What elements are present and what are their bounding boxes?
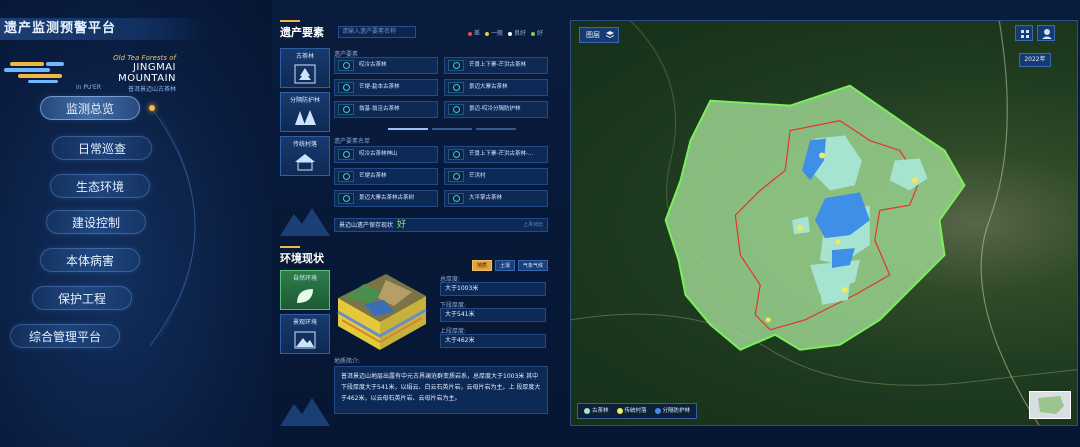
layer-button[interactable]: 图层 <box>579 27 619 43</box>
legend-tea-forest: 古茶林 <box>584 404 609 418</box>
layers-icon <box>606 31 614 38</box>
grid-view-button[interactable] <box>1015 25 1033 41</box>
legend-good: 良好 <box>508 28 526 37</box>
menu-item-body-disease[interactable]: 本体病害 <box>40 248 140 272</box>
platform-title: 遗产监测预警平台 <box>0 18 205 40</box>
tab-soil[interactable]: 土壤 <box>495 260 516 271</box>
list-item[interactable]: 大平掌古茶林 <box>444 190 548 207</box>
user-button[interactable] <box>1037 25 1055 41</box>
list-item[interactable]: 哎冷古茶林 <box>334 57 438 74</box>
landscape-icon <box>294 331 316 349</box>
user-icon <box>1042 29 1052 39</box>
menu-item-overview[interactable]: 监测总览 <box>40 96 140 120</box>
logo: Old Tea Forests of JINGMAI MOUNTAIN in P… <box>0 52 200 93</box>
leaf-icon <box>297 289 313 303</box>
group1-label: 遗产要素 <box>334 51 359 58</box>
menu-item-protection-project[interactable]: 保护工程 <box>32 286 132 310</box>
menu-item-construction-control[interactable]: 建设控制 <box>46 210 146 234</box>
list-item[interactable]: 芒景上下寨-芒洪古茶林 <box>444 57 548 74</box>
tab-natural-environment[interactable]: 自然环境 <box>280 270 330 310</box>
list-item[interactable]: 芒埂-勐本古茶林 <box>334 79 438 96</box>
tab-shelter-forest[interactable]: 分隔防护林 <box>280 92 330 132</box>
field-label: 总厚度: <box>440 276 461 283</box>
group2-label: 遗产要素名单 <box>334 138 371 145</box>
legend-village: 传统村落 <box>616 404 647 418</box>
legend-fair: 一般 <box>485 28 503 37</box>
active-indicator-dot <box>149 105 155 111</box>
menu-item-eco-environment[interactable]: 生态环境 <box>50 174 150 198</box>
field-value: 大于541米 <box>440 308 546 322</box>
heritage-title: 遗产要素 <box>280 26 324 39</box>
logo-line3-left: in PU'ER <box>76 84 101 91</box>
environment-tabs: 地质 土壤 气象气候 <box>472 260 549 271</box>
field-label: 上段厚度: <box>440 328 467 335</box>
mountain-decoration-icon <box>280 398 330 426</box>
left-nav-panel: 遗产监测预警平台 Old Tea Forests of JINGMAI MOUN… <box>0 0 272 447</box>
environment-title: 环境现状 <box>280 252 324 265</box>
field-value: 大于462米 <box>440 334 546 348</box>
pager-active[interactable] <box>388 128 428 130</box>
menu-item-daily-inspection[interactable]: 日常巡查 <box>52 136 152 160</box>
logo-line3-right: 普洱景迈山古茶林 <box>127 86 176 93</box>
village-marker[interactable] <box>797 225 804 232</box>
list-item[interactable]: 芒景上下寨-芒洪古茶林-... <box>444 146 548 163</box>
pager-item[interactable] <box>476 128 516 130</box>
village-marker[interactable] <box>765 317 771 323</box>
menu-item-management-platform[interactable]: 综合管理平台 <box>10 324 120 348</box>
village-marker[interactable] <box>841 286 848 293</box>
tab-climate[interactable]: 气象气候 <box>518 260 549 271</box>
tab-geology[interactable]: 地质 <box>472 260 493 271</box>
status-badge: 好 <box>397 220 407 230</box>
list-item[interactable]: 翁基-翁洼古茶林 <box>334 101 438 118</box>
terrain-3d-model[interactable] <box>334 268 430 354</box>
tab-traditional-village[interactable]: 传统村落 <box>280 136 330 176</box>
logo-line2: JINGMAI MOUNTAIN <box>118 62 176 84</box>
tab-landscape-environment[interactable]: 景观环境 <box>280 314 330 354</box>
map-legend: 古茶林 传统村落 分隔防护林 <box>577 403 698 419</box>
middle-panel: 遗产要素 请输入遗产要素名称 差 一般 良好 好 古茶林 分隔防护林 传统村落 … <box>276 18 552 428</box>
field-label: 下段厚度: <box>440 302 467 309</box>
minimap-thumbnail-icon <box>1038 396 1064 414</box>
legend-excellent: 好 <box>531 28 543 37</box>
year-select[interactable]: 2022年 <box>1019 53 1051 67</box>
village-house-icon <box>295 154 315 171</box>
cloud-logo-icon <box>4 62 64 83</box>
field-value: 大于1003米 <box>440 282 546 296</box>
village-marker[interactable] <box>819 152 825 159</box>
logo-line1: Old Tea Forests of <box>113 54 176 62</box>
grid-icon <box>1021 30 1029 38</box>
list-item[interactable]: 景迈-哎冷分隔防护林 <box>444 101 548 118</box>
list-item[interactable]: 芒埂古茶林 <box>334 168 438 185</box>
list-item[interactable]: 景迈大寨古茶林 <box>444 79 548 96</box>
village-marker[interactable] <box>835 239 841 245</box>
geology-intro-label: 地质简介: <box>334 358 361 365</box>
list-item[interactable]: 景迈大寨古茶林古茶树 <box>334 190 438 207</box>
compare-link[interactable]: 上月对比 <box>523 219 543 231</box>
list-item[interactable]: 芒洪村 <box>444 168 548 185</box>
preservation-status: 景迈山遗产保存现状好 上月对比 <box>334 218 548 232</box>
geology-intro-text: 普洱景迈山地层出露有中元古界澜沧群变质岩系，总厚度大于1003米 其中下段厚度大… <box>334 366 548 414</box>
list-item[interactable]: 哎冷古茶林神山 <box>334 146 438 163</box>
status-legend: 差 一般 良好 好 <box>468 28 543 37</box>
mountain-decoration-icon <box>280 208 330 236</box>
legend-shelter-forest: 分隔防护林 <box>654 404 690 418</box>
map-view[interactable]: 图层 2022年 古茶林 传统村落 分隔防护林 <box>570 20 1078 426</box>
heritage-search-input[interactable]: 请输入遗产要素名称 <box>338 26 416 38</box>
pine-tree-icon <box>295 110 316 125</box>
tab-ancient-tea-forest[interactable]: 古茶林 <box>280 48 330 88</box>
minimap[interactable] <box>1029 391 1071 419</box>
tea-tree-icon <box>294 64 316 84</box>
pager-item[interactable] <box>432 128 472 130</box>
map-canvas[interactable] <box>571 21 1077 425</box>
legend-poor: 差 <box>468 28 480 37</box>
village-marker[interactable] <box>911 177 918 184</box>
geology-fields: 总厚度: 大于1003米 下段厚度: 大于541米 上段厚度: 大于462米 <box>440 274 546 352</box>
